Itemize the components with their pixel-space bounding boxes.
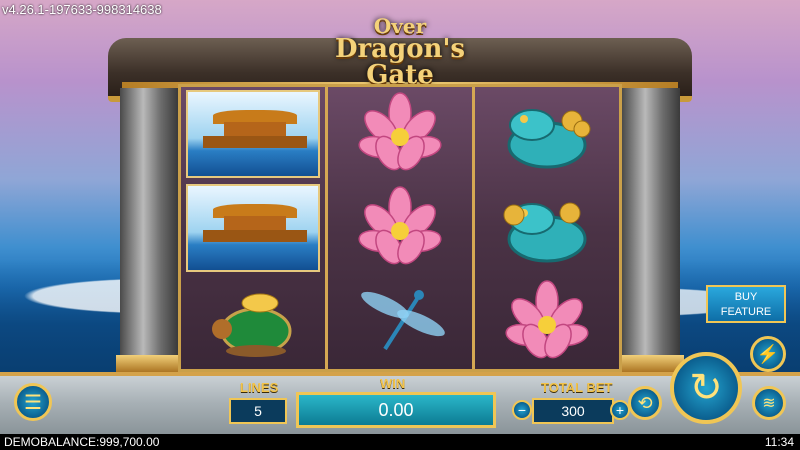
menu-icon: ☰	[24, 391, 42, 414]
symbol-dragonfly	[328, 275, 472, 369]
dragonfly-symbol	[361, 290, 445, 351]
turbo-button[interactable]: ⚡	[750, 336, 786, 372]
lotus-symbol	[505, 280, 589, 359]
symbol-lotus	[328, 181, 472, 275]
temple-symbol	[186, 184, 320, 272]
spin-icon: ↻	[689, 366, 723, 410]
menu-button[interactable]: ☰	[14, 383, 52, 421]
lines-label: LINES	[240, 380, 279, 395]
logo-line-2: Dragon's Gate	[334, 34, 466, 90]
symbol-turtle	[181, 275, 325, 369]
lotus-symbol	[358, 186, 442, 265]
autoplay-button[interactable]: ⟲	[628, 386, 662, 420]
lotus-symbol	[358, 92, 442, 171]
minus-icon: −	[517, 402, 527, 418]
buy-feature-line-1: BUY	[734, 291, 758, 303]
symbol-temple	[181, 87, 325, 181]
win-label: WIN	[380, 376, 406, 391]
clock: 11:34	[764, 435, 794, 449]
buy-feature-line-2: FEATURE	[720, 306, 772, 318]
reel-1	[181, 87, 325, 369]
logo-line-1: Over	[373, 14, 427, 38]
lightning-icon: ⚡	[756, 343, 780, 364]
right-dragon-pillar	[622, 88, 680, 370]
decrease-bet-button[interactable]: −	[512, 400, 532, 420]
win-value: 0.00	[296, 392, 496, 428]
reel-2	[328, 87, 472, 369]
status-bar: DEMOBALANCE:999,700.00 11:34	[0, 434, 800, 450]
buy-feature-button[interactable]: BUY FEATURE	[706, 285, 786, 323]
symbol-toad	[475, 87, 619, 181]
symbol-toad	[475, 181, 619, 275]
coins-icon: ≋	[762, 395, 776, 412]
left-pillar-base	[116, 355, 180, 373]
symbol-lotus	[475, 275, 619, 369]
stake-button[interactable]: ≋	[752, 386, 786, 420]
plus-icon: +	[615, 402, 625, 418]
total-bet-value: 300	[532, 398, 614, 424]
version-label: v4.26.1-197633-998314638	[2, 2, 162, 17]
autoplay-icon: ⟲	[637, 392, 653, 413]
increase-bet-button[interactable]: +	[610, 400, 630, 420]
total-bet-label: TOTAL BET	[541, 380, 613, 395]
turtle-symbol	[212, 293, 292, 357]
demo-balance: DEMOBALANCE:999,700.00	[4, 435, 160, 449]
money-toad-symbol	[503, 202, 587, 263]
temple-symbol	[186, 90, 320, 178]
reel-area	[178, 84, 622, 372]
reel-3	[475, 87, 619, 369]
symbol-temple	[181, 181, 325, 275]
spin-button[interactable]: ↻	[670, 352, 742, 424]
game-logo: Over Dragon's Gate	[300, 6, 500, 88]
money-toad-symbol	[507, 109, 591, 169]
symbol-lotus	[328, 87, 472, 181]
left-dragon-pillar	[120, 88, 178, 370]
lines-value: 5	[229, 398, 287, 424]
